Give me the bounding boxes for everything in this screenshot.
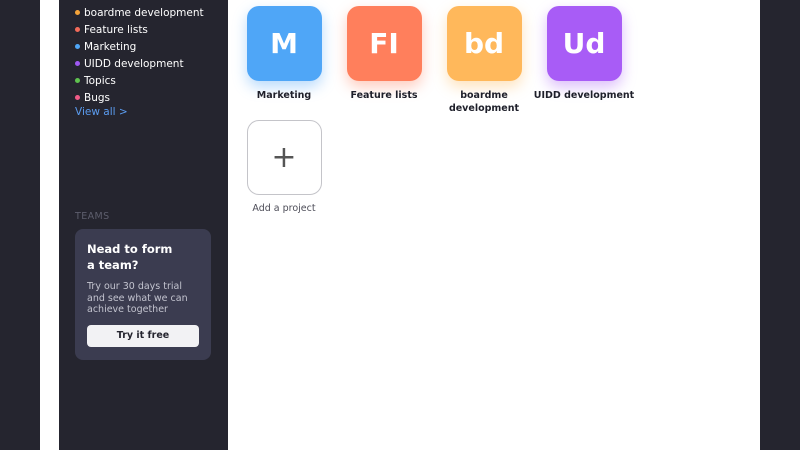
project-color-dot: [75, 10, 80, 15]
project-avatar[interactable]: FI: [346, 6, 422, 81]
project-tile-uidd-development[interactable]: Ud UIDD development: [528, 6, 640, 102]
sidebar-item-label: Feature lists: [84, 23, 148, 36]
project-avatar[interactable]: Ud: [546, 6, 622, 81]
sidebar-item-topics[interactable]: Topics: [75, 72, 204, 89]
team-card-title: Nead to form a team?: [87, 242, 173, 272]
teams-heading: TEAMS: [75, 211, 110, 222]
project-color-dot: [75, 61, 80, 66]
project-tile-marketing[interactable]: M Marketing: [234, 6, 334, 102]
project-tile-label[interactable]: Marketing: [234, 89, 334, 102]
project-list: boardme development Feature lists Market…: [75, 4, 204, 106]
sidebar-item-label: Bugs: [84, 91, 110, 104]
sidebar-item-boardme-development[interactable]: boardme development: [75, 4, 204, 21]
main-content: M Marketing FI Feature lists bd boardme …: [228, 0, 760, 450]
outer-background-right: [760, 0, 800, 450]
try-it-free-button[interactable]: Try it free: [87, 325, 199, 347]
project-color-dot: [75, 95, 80, 100]
sidebar-item-label: Topics: [84, 74, 116, 87]
outer-background-left: [0, 0, 40, 450]
window-frame-strip: [40, 0, 59, 450]
project-tile-label[interactable]: Feature lists: [334, 89, 434, 102]
plus-icon: +: [271, 140, 297, 175]
project-initials: FI: [369, 27, 399, 60]
project-tile-label[interactable]: boardme development: [434, 89, 534, 115]
project-initials: Ud: [562, 27, 606, 60]
sidebar-item-feature-lists[interactable]: Feature lists: [75, 21, 204, 38]
sidebar: boardme development Feature lists Market…: [59, 0, 228, 450]
team-promo-card: Nead to form a team? Try our 30 days tri…: [75, 229, 211, 360]
project-avatar[interactable]: M: [246, 6, 322, 81]
project-tile-label[interactable]: UIDD development: [528, 89, 640, 102]
project-tile-feature-lists[interactable]: FI Feature lists: [334, 6, 434, 102]
add-project-label[interactable]: Add a project: [234, 203, 334, 214]
project-initials: bd: [463, 27, 505, 60]
sidebar-item-label: UIDD development: [84, 57, 184, 70]
sidebar-item-marketing[interactable]: Marketing: [75, 38, 204, 55]
project-color-dot: [75, 27, 80, 32]
sidebar-item-uidd-development[interactable]: UIDD development: [75, 55, 204, 72]
add-project-button[interactable]: +: [246, 120, 322, 195]
project-color-dot: [75, 44, 80, 49]
add-project-tile[interactable]: + Add a project: [234, 120, 334, 214]
project-tile-boardme-development[interactable]: bd boardme development: [434, 6, 534, 115]
view-all-link[interactable]: View all >: [75, 106, 128, 118]
sidebar-item-label: boardme development: [84, 6, 204, 19]
project-avatar[interactable]: bd: [446, 6, 522, 81]
project-color-dot: [75, 78, 80, 83]
project-initials: M: [270, 27, 298, 60]
team-card-text: Try our 30 days trial and see what we ca…: [87, 281, 188, 315]
sidebar-item-label: Marketing: [84, 40, 137, 53]
sidebar-item-bugs[interactable]: Bugs: [75, 89, 204, 106]
